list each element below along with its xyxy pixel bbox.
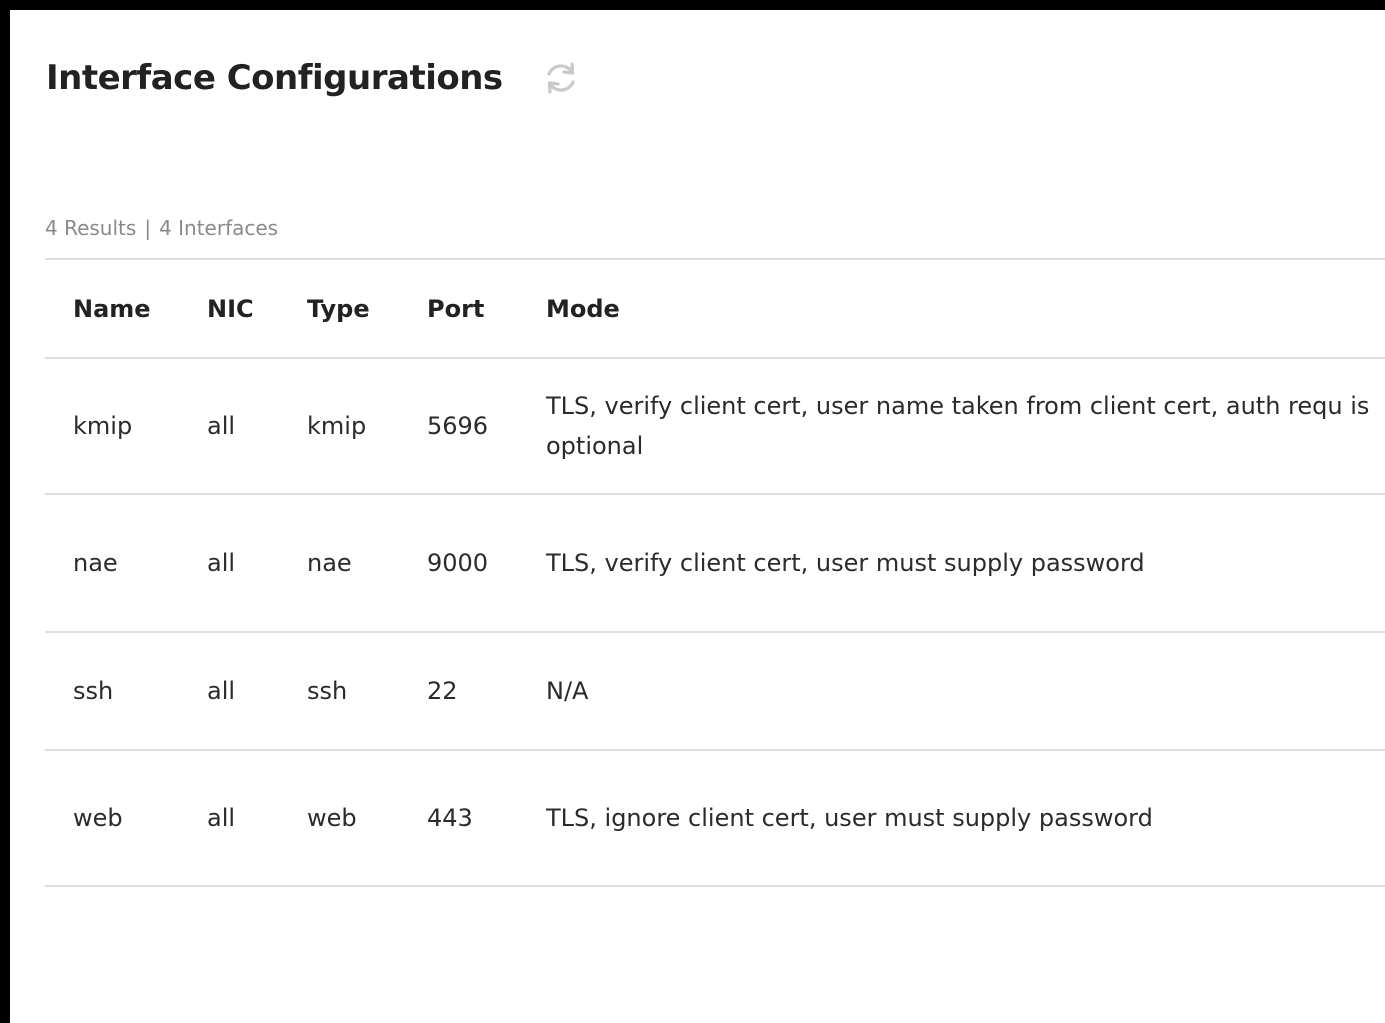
cell-nic: all [207, 412, 236, 440]
cell-nic: all [207, 804, 236, 832]
cell-port: 9000 [427, 549, 489, 577]
cell-port: 443 [427, 804, 473, 832]
results-separator: | [144, 216, 152, 240]
cell-mode: TLS, verify client cert, user must suppl… [546, 549, 1145, 577]
cell-port: 5696 [427, 412, 489, 440]
interfaces-table: Name NIC Type Port Mode kmip all kmip 56… [45, 258, 1385, 887]
interfaces-count: 4 Interfaces [159, 216, 279, 240]
column-header-mode[interactable]: Mode [546, 260, 1385, 357]
table-header-row: Name NIC Type Port Mode [45, 258, 1385, 359]
cell-type: web [307, 804, 357, 832]
results-count: 4 Results [45, 216, 137, 240]
cell-mode: TLS, ignore client cert, user must suppl… [546, 804, 1153, 832]
cell-name: web [73, 804, 123, 832]
table-row[interactable]: kmip all kmip 5696 TLS, verify client ce… [45, 359, 1385, 495]
cell-mode: N/A [546, 677, 589, 705]
cell-type: kmip [307, 412, 367, 440]
results-summary: 4 Results | 4 Interfaces [45, 216, 278, 240]
cell-name: ssh [73, 677, 114, 705]
page-title: Interface Configurations [46, 58, 503, 98]
refresh-icon[interactable] [541, 58, 581, 98]
column-header-port[interactable]: Port [427, 260, 484, 357]
cell-nic: all [207, 677, 236, 705]
cell-name: nae [73, 549, 118, 577]
table-row[interactable]: ssh all ssh 22 N/A [45, 633, 1385, 751]
cell-name: kmip [73, 412, 133, 440]
page-header: Interface Configurations [46, 58, 581, 98]
cell-type: nae [307, 549, 352, 577]
cell-type: ssh [307, 677, 348, 705]
cell-nic: all [207, 549, 236, 577]
column-header-type[interactable]: Type [307, 260, 370, 357]
app-frame: Interface Configurations 4 Results | 4 Int… [0, 0, 1385, 1023]
table-row[interactable]: web all web 443 TLS, ignore client cert,… [45, 751, 1385, 887]
column-header-nic[interactable]: NIC [207, 260, 254, 357]
mode-text: TLS, verify client cert, user name taken… [546, 392, 1370, 460]
column-header-name[interactable]: Name [73, 260, 151, 357]
cell-port: 22 [427, 677, 458, 705]
cell-mode: TLS, verify client cert, user name taken… [546, 359, 1385, 493]
table-row[interactable]: nae all nae 9000 TLS, verify client cert… [45, 495, 1385, 633]
